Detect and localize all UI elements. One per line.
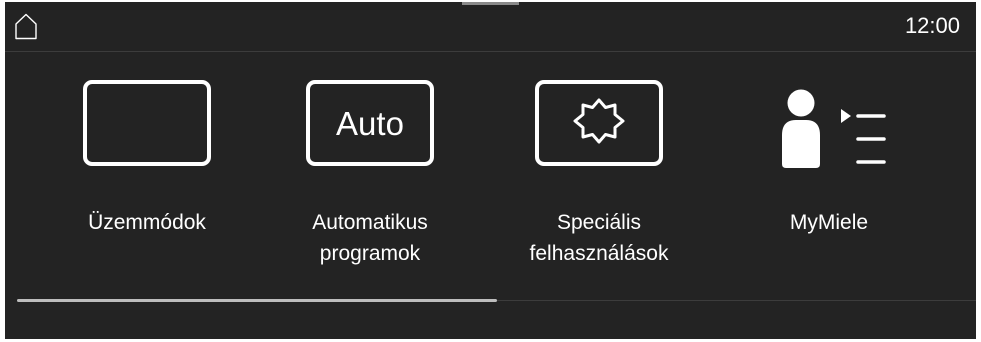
tile-label: Speciális felhasználások: [529, 211, 669, 265]
tile-automatic-programs[interactable]: Auto Automatikus programok: [280, 80, 460, 270]
pull-down-handle[interactable]: [462, 2, 519, 5]
scroll-thumb[interactable]: [17, 299, 497, 302]
clock: 12:00: [904, 13, 960, 38]
tile-label: Üzemmódok: [88, 211, 206, 234]
auto-icon: Auto: [280, 80, 460, 170]
auto-icon-text: Auto: [336, 105, 404, 142]
user-list-icon: [739, 80, 919, 170]
tile-label: Automatikus programok: [312, 211, 428, 265]
starburst-icon: [509, 80, 689, 170]
tile-label: MyMiele: [789, 211, 869, 234]
header-divider: [5, 51, 976, 52]
tile-operating-modes[interactable]: Üzemmódok: [57, 80, 237, 270]
tile-mymiele[interactable]: MyMiele: [739, 80, 919, 270]
device-display: 12:00 Üzemmódok Auto Automatikus program…: [5, 2, 976, 339]
home-icon: [15, 13, 37, 40]
empty-screen-icon: [57, 80, 237, 170]
tile-special-applications[interactable]: Speciális felhasználások: [509, 80, 689, 270]
home-button[interactable]: [14, 12, 38, 40]
